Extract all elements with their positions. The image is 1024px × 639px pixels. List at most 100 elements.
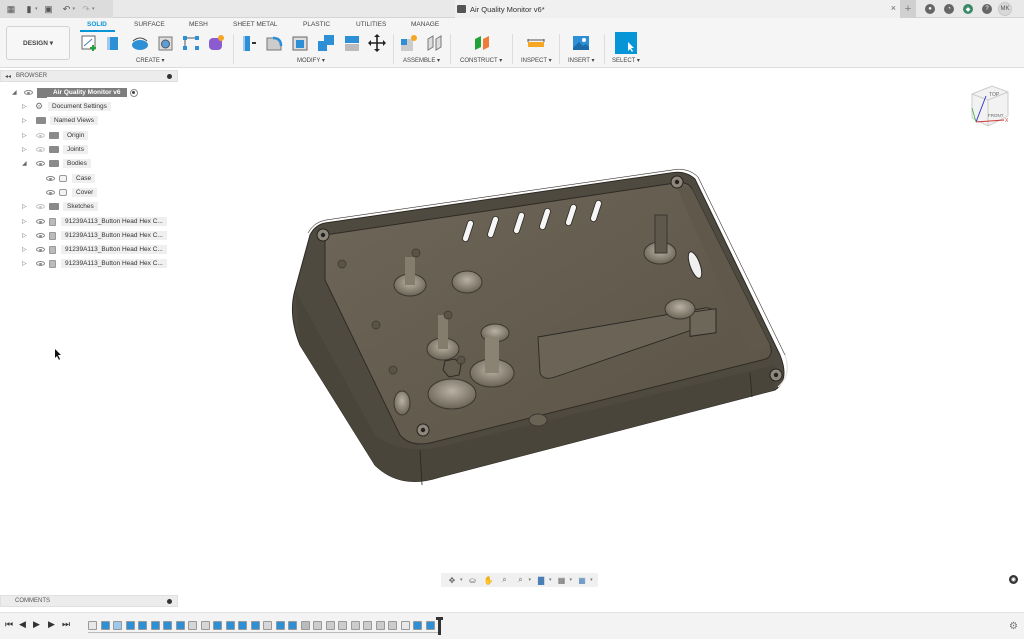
visibility-icon[interactable]: [36, 261, 45, 266]
extrude-icon[interactable]: [104, 34, 122, 52]
timeline-feature[interactable]: [250, 621, 260, 630]
tree-item-component[interactable]: ▷ 91239A113_Button Head Hex C...: [22, 244, 167, 255]
tree-item-component[interactable]: ▷ 91239A113_Button Head Hex C...: [22, 230, 167, 241]
fillet-icon[interactable]: [265, 34, 283, 52]
workspace-switcher[interactable]: DESIGN ▾: [6, 26, 70, 60]
select-menu[interactable]: SELECT ▾: [612, 57, 640, 64]
extensions-icon[interactable]: ◔: [944, 4, 954, 14]
tab-surface[interactable]: SURFACE: [134, 21, 165, 28]
chevron-down-icon[interactable]: ▾: [529, 577, 532, 583]
measure-icon[interactable]: [527, 34, 545, 52]
timeline-feature[interactable]: [425, 621, 435, 630]
orbit-icon[interactable]: ✥: [446, 575, 458, 585]
viewcube-top-label[interactable]: TOP: [989, 92, 1000, 98]
display-settings-icon[interactable]: ▇: [535, 575, 547, 585]
redo-icon[interactable]: ↷: [79, 2, 93, 16]
timeline-feature[interactable]: [125, 621, 135, 630]
expanded-icon[interactable]: ◢: [12, 89, 20, 96]
offset-plane-icon[interactable]: [473, 34, 491, 52]
timeline-feature[interactable]: [175, 621, 185, 630]
info-icon[interactable]: ◉: [1009, 575, 1018, 584]
collapsed-icon[interactable]: ▷: [22, 203, 30, 210]
visibility-icon[interactable]: [36, 161, 45, 166]
collapsed-icon[interactable]: ▷: [22, 232, 30, 239]
file-menu-icon[interactable]: ▮: [22, 2, 36, 16]
apps-grid-icon[interactable]: ▦: [4, 2, 18, 16]
timeline-feature[interactable]: [363, 621, 372, 630]
tab-solid[interactable]: SOLID: [87, 21, 107, 28]
timeline-feature[interactable]: [88, 621, 97, 630]
look-at-icon[interactable]: ⛀: [467, 575, 479, 585]
help-icon[interactable]: ?: [982, 4, 992, 14]
chevron-down-icon[interactable]: ▾: [92, 6, 95, 12]
new-component-icon[interactable]: [400, 34, 418, 52]
tree-item-origin[interactable]: ▷ Origin: [22, 130, 89, 141]
chevron-down-icon[interactable]: ▾: [73, 6, 76, 12]
save-icon[interactable]: ▣: [42, 2, 56, 16]
visibility-icon[interactable]: [36, 147, 45, 152]
panel-options-icon[interactable]: [167, 598, 172, 604]
split-body-icon[interactable]: [343, 34, 361, 52]
construct-menu[interactable]: CONSTRUCT ▾: [460, 57, 502, 64]
tree-item-bodies[interactable]: ◢ Bodies: [22, 158, 91, 169]
tree-item-named-views[interactable]: ▷ Named Views: [22, 115, 98, 126]
visibility-icon[interactable]: [36, 204, 45, 209]
timeline-feature[interactable]: [238, 621, 247, 630]
collapsed-icon[interactable]: ▷: [22, 117, 30, 124]
step-back-icon[interactable]: ◀: [19, 619, 26, 630]
timeline-feature[interactable]: [275, 621, 285, 630]
collapsed-icon[interactable]: ▷: [22, 260, 30, 267]
create-sketch-icon[interactable]: [81, 34, 99, 52]
undo-icon[interactable]: ↶: [60, 2, 74, 16]
joint-icon[interactable]: [426, 34, 444, 52]
document-tab[interactable]: Air Quality Monitor v6* ×: [455, 0, 901, 18]
go-to-end-icon[interactable]: ⏭: [62, 619, 70, 630]
comments-panel-header[interactable]: COMMENTS: [0, 595, 178, 607]
viewports-icon[interactable]: ▦: [576, 575, 588, 585]
timeline-feature[interactable]: [313, 621, 322, 630]
job-status-icon[interactable]: ●: [925, 4, 935, 14]
create-menu[interactable]: CREATE ▾: [136, 57, 165, 64]
shell-icon[interactable]: [291, 34, 309, 52]
fit-icon[interactable]: ⌕: [515, 575, 527, 585]
collapsed-icon[interactable]: ▷: [22, 218, 30, 225]
chevron-down-icon[interactable]: ▾: [570, 577, 573, 583]
tree-item-document-settings[interactable]: ▷ ⚙ Document Settings: [22, 101, 111, 112]
user-avatar[interactable]: MK: [998, 2, 1012, 16]
select-icon[interactable]: [615, 32, 637, 54]
form-icon[interactable]: [207, 34, 225, 52]
hole-icon[interactable]: [157, 34, 175, 52]
timeline-feature[interactable]: [325, 621, 335, 630]
viewcube[interactable]: TOP FRONT X: [962, 80, 1012, 130]
3d-model-viewport[interactable]: [280, 165, 800, 510]
timeline-feature[interactable]: [400, 621, 410, 630]
insert-menu[interactable]: INSERT ▾: [568, 57, 594, 64]
modify-menu[interactable]: MODIFY ▾: [297, 57, 325, 64]
timeline-marker[interactable]: [436, 617, 443, 635]
browser-panel-header[interactable]: ◂◂ BROWSER: [0, 70, 178, 82]
timeline-feature[interactable]: [188, 621, 197, 630]
timeline-feature[interactable]: [200, 621, 210, 630]
pan-icon[interactable]: ✋: [483, 575, 495, 585]
visibility-icon[interactable]: [36, 219, 45, 224]
collapsed-icon[interactable]: ▷: [22, 132, 30, 139]
close-tab-icon[interactable]: ×: [891, 3, 896, 13]
chevron-down-icon[interactable]: ▾: [460, 577, 463, 583]
tree-item-component[interactable]: ▷ 91239A113_Button Head Hex C...: [22, 258, 167, 269]
play-icon[interactable]: ▶: [33, 619, 40, 630]
timeline-feature[interactable]: [338, 621, 347, 630]
timeline-feature[interactable]: [350, 621, 360, 630]
tree-item-cover[interactable]: Cover: [46, 187, 98, 198]
visibility-icon[interactable]: [36, 247, 45, 252]
panel-options-icon[interactable]: [167, 73, 172, 79]
tree-item-component[interactable]: ▷ 91239A113_Button Head Hex C...: [22, 216, 167, 227]
timeline-feature[interactable]: [288, 621, 297, 630]
collapse-panel-icon[interactable]: ◂◂: [5, 73, 11, 80]
tree-item-sketches[interactable]: ▷ Sketches: [22, 201, 98, 212]
visibility-icon[interactable]: [36, 233, 45, 238]
chevron-down-icon[interactable]: ▾: [549, 577, 552, 583]
tree-item-joints[interactable]: ▷ Joints: [22, 144, 88, 155]
inspect-menu[interactable]: INSPECT ▾: [521, 57, 552, 64]
tree-item-case[interactable]: Case: [46, 173, 96, 184]
step-forward-icon[interactable]: ▶: [48, 619, 55, 630]
